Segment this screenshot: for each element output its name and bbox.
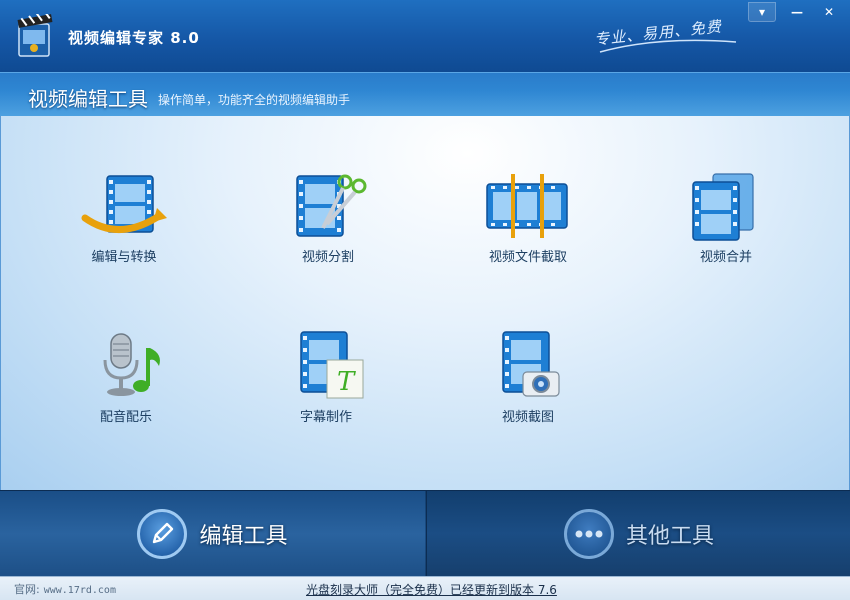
- menu-button[interactable]: ▾: [748, 2, 776, 22]
- bottom-tab-bar: 编辑工具 其他工具: [0, 490, 850, 577]
- tool-label: 配音配乐: [99, 410, 152, 425]
- tool-edit-convert[interactable]: 编辑与转换: [49, 172, 199, 282]
- tool-label: 视频文件截取: [488, 250, 567, 265]
- section-subtitle: 操作简单，功能齐全的视频编辑助手: [158, 93, 351, 107]
- tab-label: 编辑工具: [199, 524, 288, 549]
- tool-screenshot[interactable]: 视频截图: [453, 330, 603, 440]
- svg-text:T: T: [337, 367, 356, 397]
- section-header: 视频编辑工具 操作简单，功能齐全的视频编辑助手: [0, 72, 850, 116]
- tool-label: 字幕制作: [299, 410, 352, 425]
- tool-label: 编辑与转换: [91, 250, 157, 265]
- tool-subtitle[interactable]: T 字幕制作: [251, 330, 401, 440]
- website-url[interactable]: www.17rd.com: [44, 585, 116, 596]
- website-label: 官网:: [14, 583, 40, 596]
- tool-merge[interactable]: 视频合并: [651, 172, 801, 282]
- title-bar[interactable]: 视频编辑专家 8.0 专业、易用、免费 ▾ — ✕: [0, 0, 850, 72]
- film-convert-icon: [81, 175, 167, 233]
- film-merge-icon: [692, 173, 754, 241]
- website-info: 官网: www.17rd.com: [14, 581, 116, 597]
- film-scissors-icon: [296, 174, 367, 237]
- tool-label: 视频分割: [301, 250, 354, 265]
- app-title: 视频编辑专家 8.0: [68, 29, 200, 47]
- update-link[interactable]: 光盘刻录大师（完全免费）已经更新到版本 7.6: [306, 581, 557, 598]
- tool-split[interactable]: 视频分割: [253, 172, 403, 282]
- tab-other-tools[interactable]: 其他工具: [426, 491, 850, 577]
- tool-label: 视频合并: [699, 250, 752, 265]
- film-camera-icon: [502, 331, 560, 397]
- minimize-button[interactable]: —: [783, 2, 811, 22]
- status-bar: 官网: www.17rd.com 光盘刻录大师（完全免费）已经更新到版本 7.6: [0, 576, 850, 600]
- tool-label: 视频截图: [501, 410, 554, 425]
- slogan-swoosh-icon: [599, 39, 737, 53]
- app-logo-icon: [17, 14, 53, 57]
- close-button[interactable]: ✕: [815, 2, 843, 22]
- pencil-icon: [137, 509, 188, 559]
- tab-edit-tools[interactable]: 编辑工具: [0, 491, 425, 577]
- dots-icon: [563, 509, 614, 559]
- film-subtitle-icon: T: [300, 331, 364, 399]
- microphone-music-icon: [103, 333, 160, 396]
- tab-label: 其他工具: [625, 524, 714, 549]
- film-clip-icon: [486, 174, 568, 238]
- tool-audio[interactable]: 配音配乐: [51, 330, 201, 440]
- tool-grid: 编辑与转换 视频分割 视频文件截取 视频合并 配音配乐 T 字幕制作 视频截图: [0, 116, 850, 490]
- section-title: 视频编辑工具: [28, 87, 148, 111]
- tool-clip[interactable]: 视频文件截取: [453, 172, 603, 282]
